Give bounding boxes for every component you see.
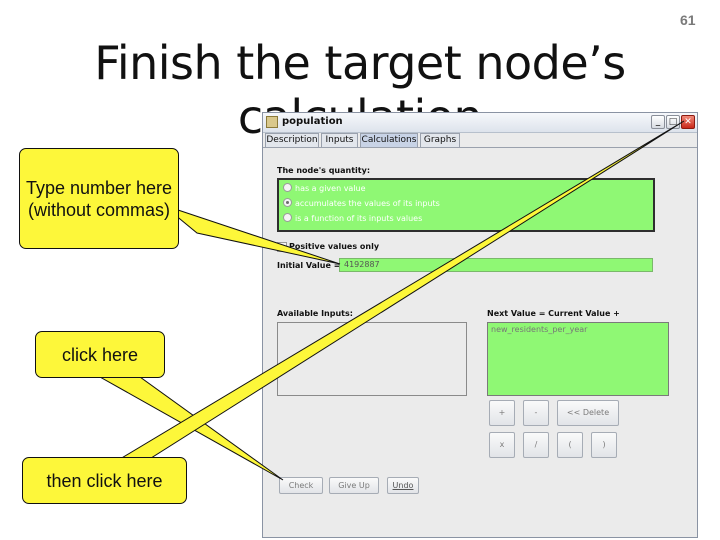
callout-click-here: click here: [35, 331, 165, 378]
callout-then-click-here: then click here: [22, 457, 187, 504]
callout-type-number: Type number here (without commas): [19, 148, 179, 249]
pointer-to-initial-value: [162, 204, 341, 265]
pointer-to-close-button: [108, 120, 685, 466]
